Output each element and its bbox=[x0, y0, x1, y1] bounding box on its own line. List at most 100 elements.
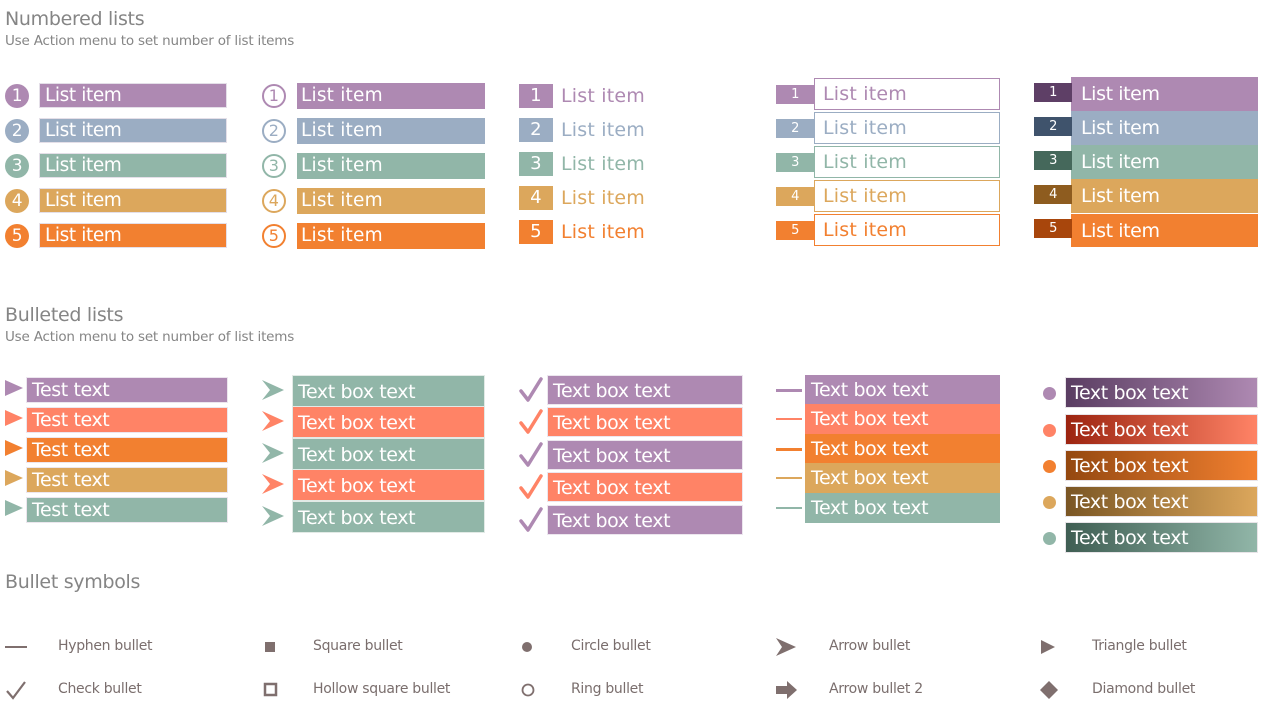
bullet-symbol-label: Arrow bullet bbox=[829, 638, 911, 654]
number-badge-filled-circle: 2 bbox=[5, 119, 29, 143]
list-item[interactable]: Text box text bbox=[1065, 377, 1258, 408]
list-item[interactable]: Text box text bbox=[805, 434, 1000, 464]
numbered-lists-title: Numbered lists bbox=[5, 8, 145, 30]
number-badge-square: 5 bbox=[519, 220, 553, 244]
list-item[interactable]: List item bbox=[561, 220, 645, 244]
bulleted-lists-subtitle: Use Action menu to set number of list it… bbox=[5, 329, 295, 345]
circle-bullet-icon bbox=[1043, 532, 1056, 545]
hollow-square-icon bbox=[263, 680, 289, 700]
list-item[interactable]: Text box text bbox=[547, 407, 743, 437]
list-item[interactable]: Text box text bbox=[292, 375, 485, 407]
hyphen-bullet-icon bbox=[776, 477, 802, 479]
number-tab: 1 bbox=[1034, 83, 1072, 102]
list-item[interactable]: List item bbox=[39, 188, 227, 213]
list-item[interactable]: Test text bbox=[26, 377, 228, 403]
check-bullet-icon bbox=[519, 474, 543, 504]
list-item[interactable]: List item bbox=[1071, 77, 1258, 111]
list-item[interactable]: List item bbox=[297, 83, 485, 109]
list-item[interactable]: List item bbox=[39, 153, 227, 178]
check-bullet-icon bbox=[519, 377, 543, 407]
list-item[interactable]: Text box text bbox=[547, 505, 743, 535]
list-item[interactable]: Text box text bbox=[1065, 414, 1258, 445]
list-item[interactable]: List item bbox=[39, 118, 227, 143]
number-badge-filled-circle: 5 bbox=[5, 224, 29, 248]
list-item[interactable]: Test text bbox=[26, 407, 228, 433]
triangle-bullet-icon bbox=[5, 470, 23, 490]
list-item[interactable]: List item bbox=[561, 84, 645, 108]
number-tab: 1 bbox=[776, 85, 814, 104]
circle-bullet-icon bbox=[1043, 424, 1056, 437]
list-item[interactable]: List item bbox=[814, 112, 1000, 144]
list-item[interactable]: Text box text bbox=[292, 438, 485, 470]
square-icon bbox=[263, 637, 289, 657]
list-item[interactable]: Text box text bbox=[547, 440, 743, 470]
number-tab: 2 bbox=[776, 119, 814, 138]
bullet-symbol-label: Hollow square bullet bbox=[313, 681, 451, 697]
check-bullet-icon bbox=[519, 442, 543, 472]
list-item[interactable]: Text box text bbox=[805, 375, 1000, 405]
list-item[interactable]: List item bbox=[1071, 145, 1258, 179]
list-item[interactable]: List item bbox=[1071, 111, 1258, 145]
list-item[interactable]: Test text bbox=[26, 467, 228, 493]
list-item[interactable]: List item bbox=[297, 153, 485, 179]
list-item[interactable]: List item bbox=[297, 118, 485, 144]
list-item[interactable]: List item bbox=[297, 223, 485, 249]
bullet-symbol-label: Triangle bullet bbox=[1092, 638, 1187, 654]
hyphen-bullet-icon bbox=[776, 448, 802, 451]
number-tab: 2 bbox=[1034, 117, 1072, 136]
arrow-icon bbox=[776, 637, 802, 657]
number-tab: 4 bbox=[776, 187, 814, 206]
arrow-bullet-icon bbox=[262, 411, 284, 435]
list-item[interactable]: Text box text bbox=[1065, 522, 1258, 553]
number-tab: 5 bbox=[1034, 219, 1072, 238]
list-item[interactable]: List item bbox=[39, 83, 227, 108]
list-item[interactable]: List item bbox=[561, 118, 645, 142]
bullet-symbol-label: Diamond bullet bbox=[1092, 681, 1196, 697]
list-item[interactable]: Text box text bbox=[805, 404, 1000, 434]
circle-icon bbox=[520, 637, 546, 657]
list-item[interactable]: Test text bbox=[26, 437, 228, 463]
check-bullet-icon bbox=[519, 507, 543, 537]
number-tab: 4 bbox=[1034, 185, 1072, 204]
list-item[interactable]: Text box text bbox=[1065, 450, 1258, 481]
arrow-2-icon bbox=[776, 680, 802, 700]
list-item[interactable]: Text box text bbox=[292, 406, 485, 438]
list-item[interactable]: List item bbox=[814, 214, 1000, 246]
hyphen-bullet-icon bbox=[776, 418, 802, 420]
bullet-symbol-label: Arrow bullet 2 bbox=[829, 681, 923, 697]
list-item[interactable]: Text box text bbox=[547, 375, 743, 405]
list-item[interactable]: Test text bbox=[26, 497, 228, 523]
list-item[interactable]: List item bbox=[1071, 213, 1258, 247]
triangle-bullet-icon bbox=[5, 440, 23, 460]
list-item[interactable]: Text box text bbox=[547, 472, 743, 502]
list-item[interactable]: Text box text bbox=[805, 493, 1000, 523]
list-item[interactable]: List item bbox=[561, 186, 645, 210]
list-item[interactable]: Text box text bbox=[292, 469, 485, 501]
bullet-symbol-label: Circle bullet bbox=[571, 638, 651, 654]
triangle-bullet-icon bbox=[5, 380, 23, 400]
list-item[interactable]: List item bbox=[814, 180, 1000, 212]
list-item[interactable]: List item bbox=[561, 152, 645, 176]
hyphen-bullet-icon bbox=[776, 507, 802, 509]
list-item[interactable]: Text box text bbox=[292, 501, 485, 533]
circle-bullet-icon bbox=[1043, 460, 1056, 473]
number-badge-filled-circle: 1 bbox=[5, 84, 29, 108]
triangle-bullet-icon bbox=[5, 500, 23, 520]
arrow-bullet-icon bbox=[262, 474, 284, 498]
number-badge-ring-circle: 3 bbox=[262, 154, 286, 178]
list-item[interactable]: List item bbox=[297, 188, 485, 214]
list-item[interactable]: List item bbox=[814, 146, 1000, 178]
list-item[interactable]: List item bbox=[39, 223, 227, 248]
arrow-bullet-icon bbox=[262, 506, 284, 530]
circle-bullet-icon bbox=[1043, 387, 1056, 400]
list-item[interactable]: List item bbox=[814, 78, 1000, 110]
list-item[interactable]: Text box text bbox=[805, 463, 1000, 493]
diamond-icon bbox=[1040, 680, 1066, 700]
list-item[interactable]: Text box text bbox=[1065, 486, 1258, 517]
triangle-bullet-icon bbox=[5, 410, 23, 430]
bullet-symbol-label: Ring bullet bbox=[571, 681, 644, 697]
list-item[interactable]: List item bbox=[1071, 179, 1258, 213]
circle-bullet-icon bbox=[1043, 496, 1056, 509]
number-badge-ring-circle: 1 bbox=[262, 84, 286, 108]
bullet-symbols-title: Bullet symbols bbox=[5, 571, 141, 593]
